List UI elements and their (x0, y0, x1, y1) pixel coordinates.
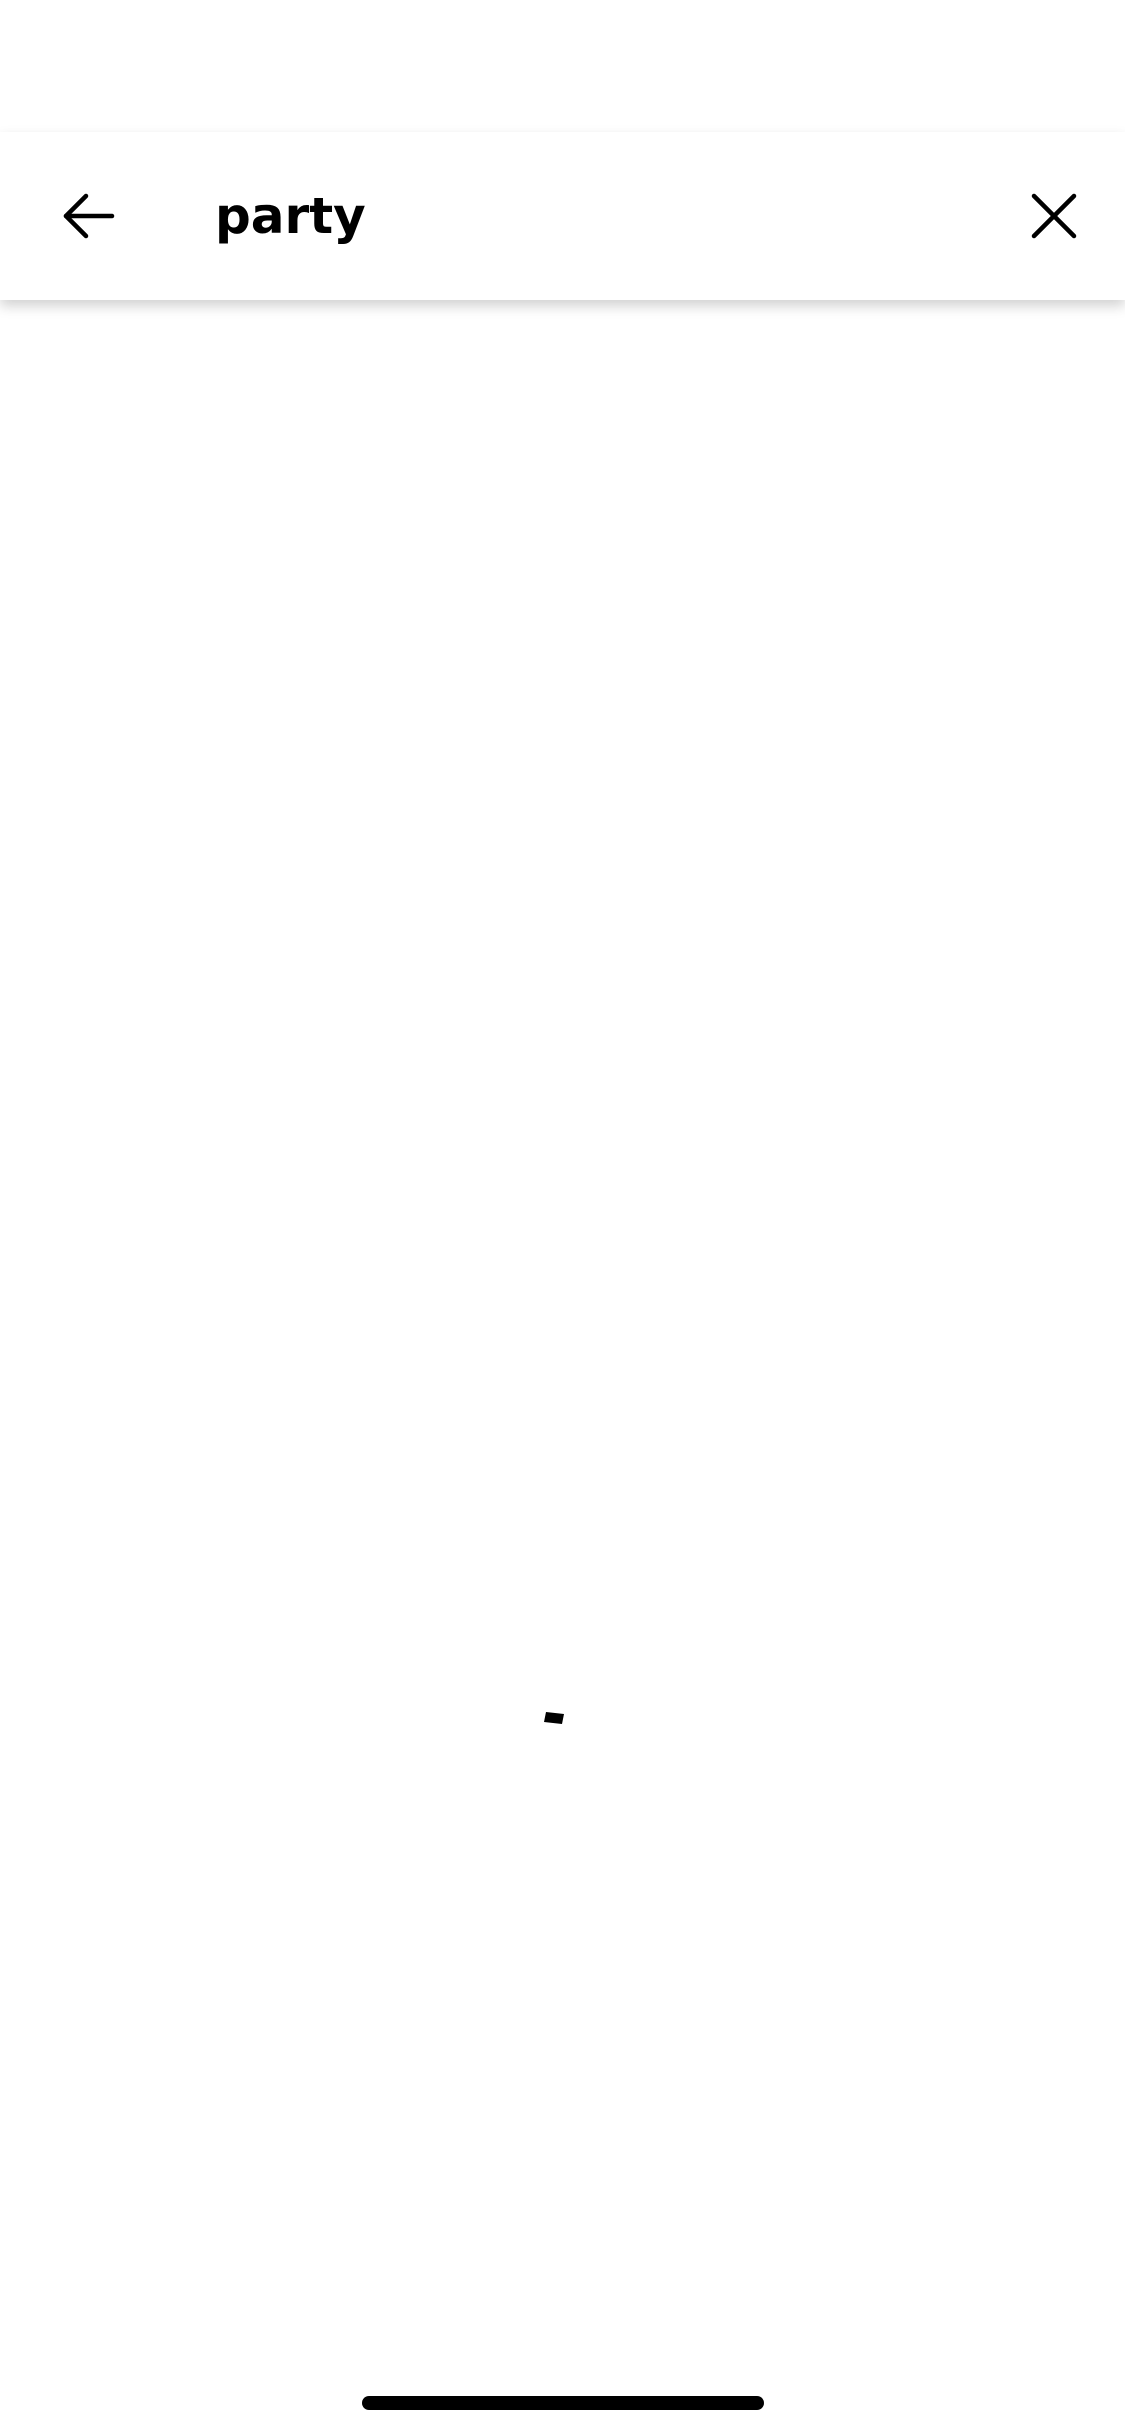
loading-spinner-icon (544, 1712, 564, 1724)
close-icon (1031, 193, 1077, 239)
arrow-left-icon (63, 193, 115, 239)
clear-search-button[interactable] (1006, 168, 1102, 264)
search-input[interactable] (215, 172, 975, 260)
search-header (0, 132, 1125, 300)
back-button[interactable] (40, 168, 136, 264)
status-bar (0, 0, 1125, 132)
screen (0, 0, 1125, 2436)
home-indicator[interactable] (362, 2396, 764, 2410)
search-results-area (0, 300, 1125, 2340)
